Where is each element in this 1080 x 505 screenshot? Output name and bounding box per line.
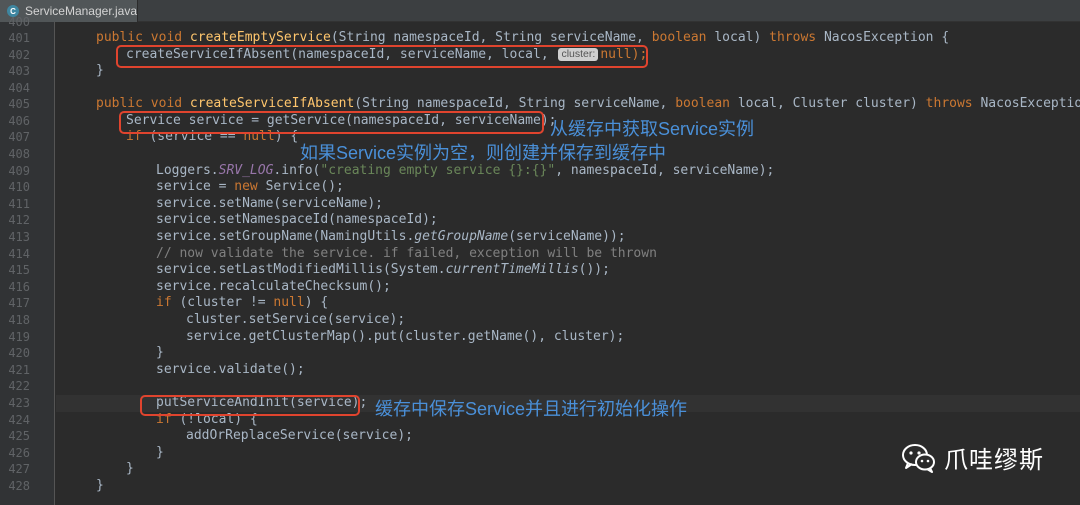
code-text: service.recalculateChecksum(); — [156, 279, 391, 294]
watermark-text: 爪哇缪斯 — [944, 447, 1044, 474]
wechat-watermark: 爪哇缪斯 — [902, 440, 1044, 475]
wechat-icon — [902, 443, 935, 473]
line-number: 419 — [8, 330, 30, 344]
code-line: 415 service.setLastModifiedMillis(System… — [8, 262, 1080, 279]
line-number: 420 — [8, 346, 30, 360]
line-number: 409 — [8, 164, 30, 178]
code-line: 428 } — [8, 478, 1080, 495]
line-number: 414 — [8, 247, 30, 261]
code-text: addOrReplaceService(service); — [186, 428, 413, 443]
annotation-get-from-cache: 从缓存中获取Service实例 — [550, 119, 755, 139]
line-number: 428 — [8, 479, 30, 493]
code-line: 420 } — [8, 345, 1080, 362]
code-text: cluster.setService(service); — [186, 312, 406, 327]
code-line: 400 — [8, 14, 1080, 31]
line-number: 422 — [8, 379, 30, 393]
code-comment: // now validate the service. if failed, … — [156, 246, 657, 261]
code-text: } — [156, 445, 164, 460]
code-text: Loggers.SRV_LOG.info("creating empty ser… — [156, 163, 775, 178]
line-number: 407 — [8, 130, 30, 144]
highlight-box-put-service — [140, 395, 360, 416]
line-number: 418 — [8, 313, 30, 327]
line-number: 405 — [8, 97, 30, 111]
code-editor[interactable]: 400 401 public void createEmptyService(S… — [8, 15, 1080, 505]
code-text: service.setName(serviceName); — [156, 196, 383, 211]
code-line: 413 service.setGroupName(NamingUtils.get… — [8, 229, 1080, 246]
code-line: 404 — [8, 80, 1080, 97]
annotation-create-if-null: 如果Service实例为空，则创建并保存到缓存中 — [300, 143, 667, 163]
line-number: 417 — [8, 296, 30, 310]
line-number: 400 — [8, 15, 30, 29]
code-line: 421 service.validate(); — [8, 362, 1080, 379]
line-number: 410 — [8, 180, 30, 194]
code-text: service = new Service(); — [156, 179, 344, 194]
code-text: } — [96, 63, 104, 78]
line-number: 421 — [8, 363, 30, 377]
line-number: 404 — [8, 81, 30, 95]
line-number: 403 — [8, 64, 30, 78]
line-number: 416 — [8, 280, 30, 294]
code-line: 418 cluster.setService(service); — [8, 312, 1080, 329]
annotation-save-and-init: 缓存中保存Service并且进行初始化操作 — [375, 399, 688, 419]
code-line: 419 service.getClusterMap().put(cluster.… — [8, 329, 1080, 346]
line-number: 413 — [8, 230, 30, 244]
code-line: 414 // now validate the service. if fail… — [8, 246, 1080, 263]
line-number: 415 — [8, 263, 30, 277]
line-number: 408 — [8, 147, 30, 161]
code-text: if (cluster != null) { — [156, 295, 329, 310]
line-number: 425 — [8, 429, 30, 443]
code-line: 411 service.setName(serviceName); — [8, 196, 1080, 213]
code-text: } — [126, 461, 134, 476]
line-number: 402 — [8, 48, 30, 62]
code-text: } — [156, 345, 164, 360]
line-number: 406 — [8, 114, 30, 128]
code-text: service.getClusterMap().put(cluster.getN… — [186, 329, 625, 344]
line-number: 412 — [8, 213, 30, 227]
line-number: 426 — [8, 446, 30, 460]
code-line: 422 — [8, 378, 1080, 395]
line-number: 427 — [8, 462, 30, 476]
highlight-box-get-service — [119, 111, 544, 134]
code-text: service.setGroupName(NamingUtils.getGrou… — [156, 229, 626, 244]
code-text: service.setNamespaceId(namespaceId); — [156, 212, 438, 227]
code-line: 416 service.recalculateChecksum(); — [8, 279, 1080, 296]
code-line: 410 service = new Service(); — [8, 179, 1080, 196]
line-number: 424 — [8, 413, 30, 427]
code-line: 409 Loggers.SRV_LOG.info("creating empty… — [8, 163, 1080, 180]
code-line: 417 if (cluster != null) { — [8, 295, 1080, 312]
code-line: 412 service.setNamespaceId(namespaceId); — [8, 212, 1080, 229]
line-number: 401 — [8, 31, 30, 45]
code-text: service.setLastModifiedMillis(System.cur… — [156, 262, 610, 277]
code-text: service.validate(); — [156, 362, 305, 377]
highlight-box-create-call — [116, 45, 648, 68]
line-number: 411 — [8, 197, 30, 211]
line-number: 423 — [8, 396, 30, 410]
code-text: } — [96, 478, 104, 493]
